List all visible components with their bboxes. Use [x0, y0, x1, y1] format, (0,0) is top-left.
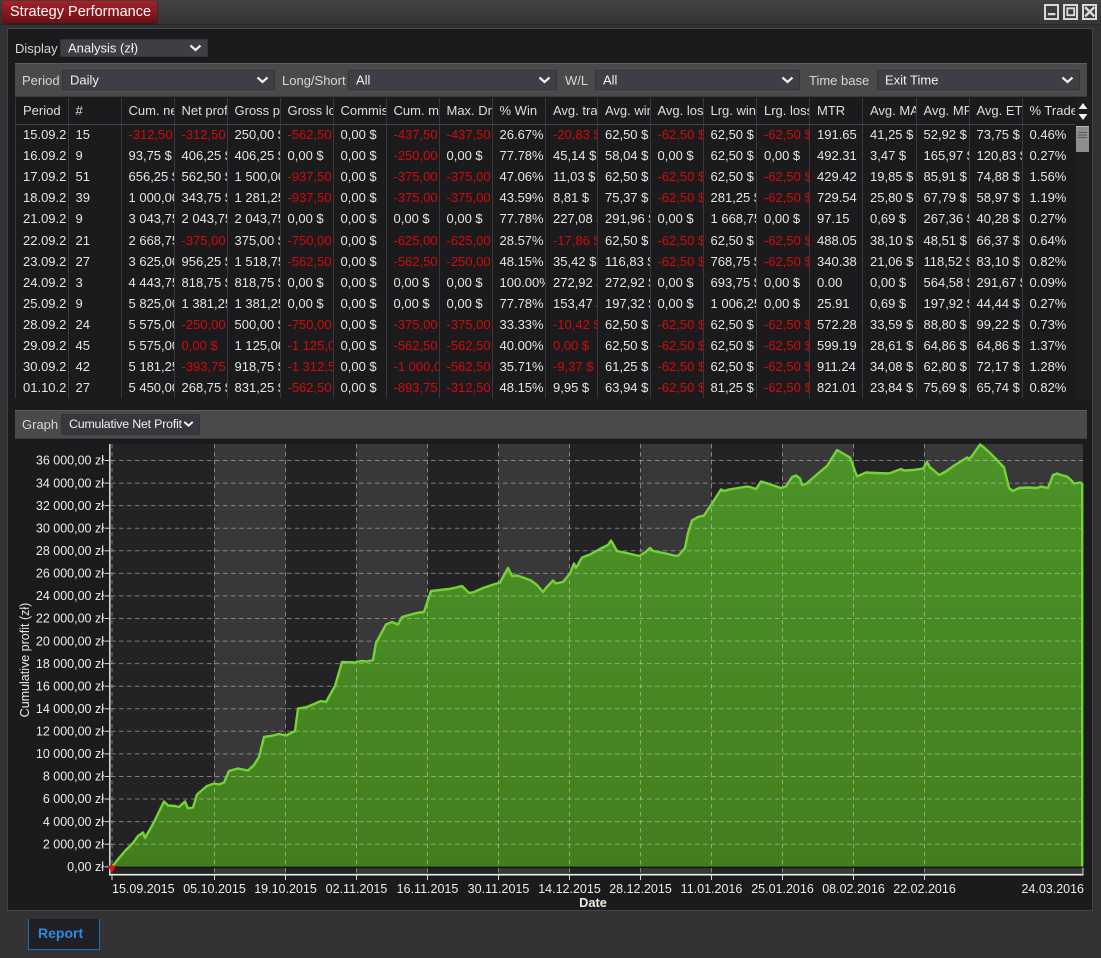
svg-text:15.09.2015: 15.09.2015	[112, 882, 175, 896]
svg-text:25.01.2016: 25.01.2016	[751, 882, 814, 896]
svg-text:12 000,00 zł: 12 000,00 zł	[36, 725, 104, 739]
svg-text:28 000,00 zł: 28 000,00 zł	[36, 544, 104, 558]
svg-text:8 000,00 zł: 8 000,00 zł	[43, 770, 104, 784]
svg-text:20 000,00 zł: 20 000,00 zł	[36, 634, 104, 648]
svg-text:Date: Date	[579, 895, 607, 910]
svg-text:2 000,00 zł: 2 000,00 zł	[43, 837, 104, 851]
svg-text:22.02.2016: 22.02.2016	[893, 882, 956, 896]
svg-text:18 000,00 zł: 18 000,00 zł	[36, 657, 104, 671]
svg-text:22 000,00 zł: 22 000,00 zł	[36, 612, 104, 626]
svg-text:24 000,00 zł: 24 000,00 zł	[36, 589, 104, 603]
svg-text:28.12.2015: 28.12.2015	[609, 882, 672, 896]
svg-text:14 000,00 zł: 14 000,00 zł	[36, 702, 104, 716]
svg-text:26 000,00 zł: 26 000,00 zł	[36, 567, 104, 581]
svg-text:24.03.2016: 24.03.2016	[1021, 882, 1084, 896]
svg-text:32 000,00 zł: 32 000,00 zł	[36, 499, 104, 513]
svg-text:05.10.2015: 05.10.2015	[183, 882, 246, 896]
svg-text:08.02.2016: 08.02.2016	[822, 882, 885, 896]
svg-text:11.01.2016: 11.01.2016	[681, 882, 743, 896]
svg-text:19.10.2015: 19.10.2015	[254, 882, 317, 896]
svg-text:34 000,00 zł: 34 000,00 zł	[36, 476, 104, 490]
svg-text:02.11.2015: 02.11.2015	[326, 882, 388, 896]
svg-text:16.11.2015: 16.11.2015	[397, 882, 459, 896]
svg-text:0,00 zł: 0,00 zł	[67, 860, 104, 874]
svg-text:30 000,00 zł: 30 000,00 zł	[36, 521, 104, 535]
svg-text:Cumulative profit (zł): Cumulative profit (zł)	[18, 603, 32, 718]
svg-text:10 000,00 zł: 10 000,00 zł	[36, 747, 104, 761]
svg-text:14.12.2015: 14.12.2015	[538, 882, 601, 896]
svg-text:4 000,00 zł: 4 000,00 zł	[43, 815, 104, 829]
svg-text:30.11.2015: 30.11.2015	[468, 882, 530, 896]
svg-text:6 000,00 zł: 6 000,00 zł	[43, 792, 104, 806]
svg-text:36 000,00 zł: 36 000,00 zł	[36, 454, 104, 468]
svg-text:16 000,00 zł: 16 000,00 zł	[36, 679, 104, 693]
